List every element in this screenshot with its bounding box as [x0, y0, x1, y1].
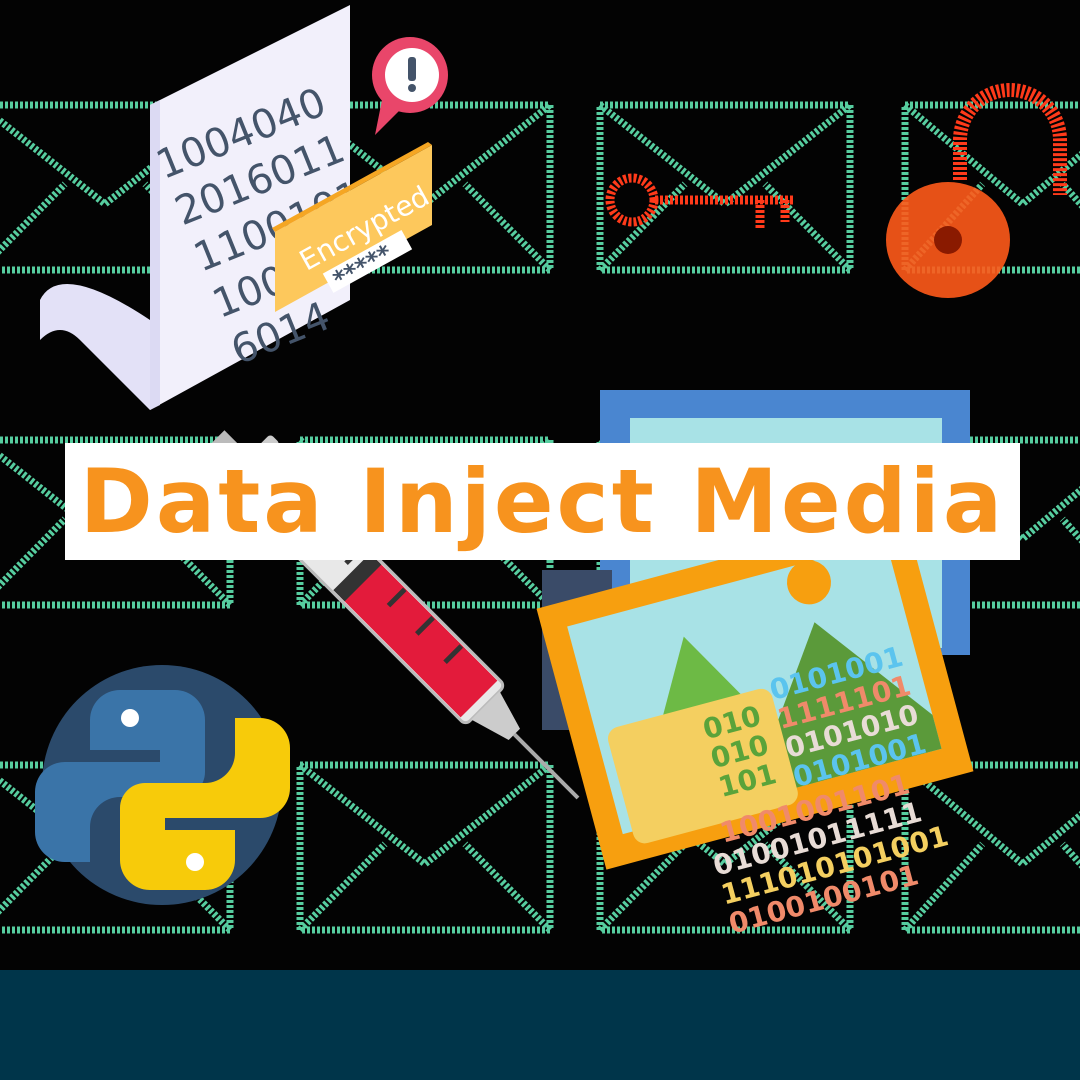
page-title: Data Inject Media	[79, 450, 1006, 553]
python-logo-icon	[35, 665, 290, 905]
exclamation-icon	[372, 37, 448, 135]
thumbnail: 1004040 2016011 1100101 1000 6014 Encryp…	[0, 0, 1080, 1080]
footer-bar	[0, 970, 1080, 1080]
envelope-icon	[296, 761, 554, 934]
envelope-icon	[596, 101, 854, 274]
encrypted-document: 1004040 2016011 1100101 1000 6014 Encryp…	[40, 5, 448, 410]
title-banner: Data Inject Media	[65, 443, 1020, 560]
